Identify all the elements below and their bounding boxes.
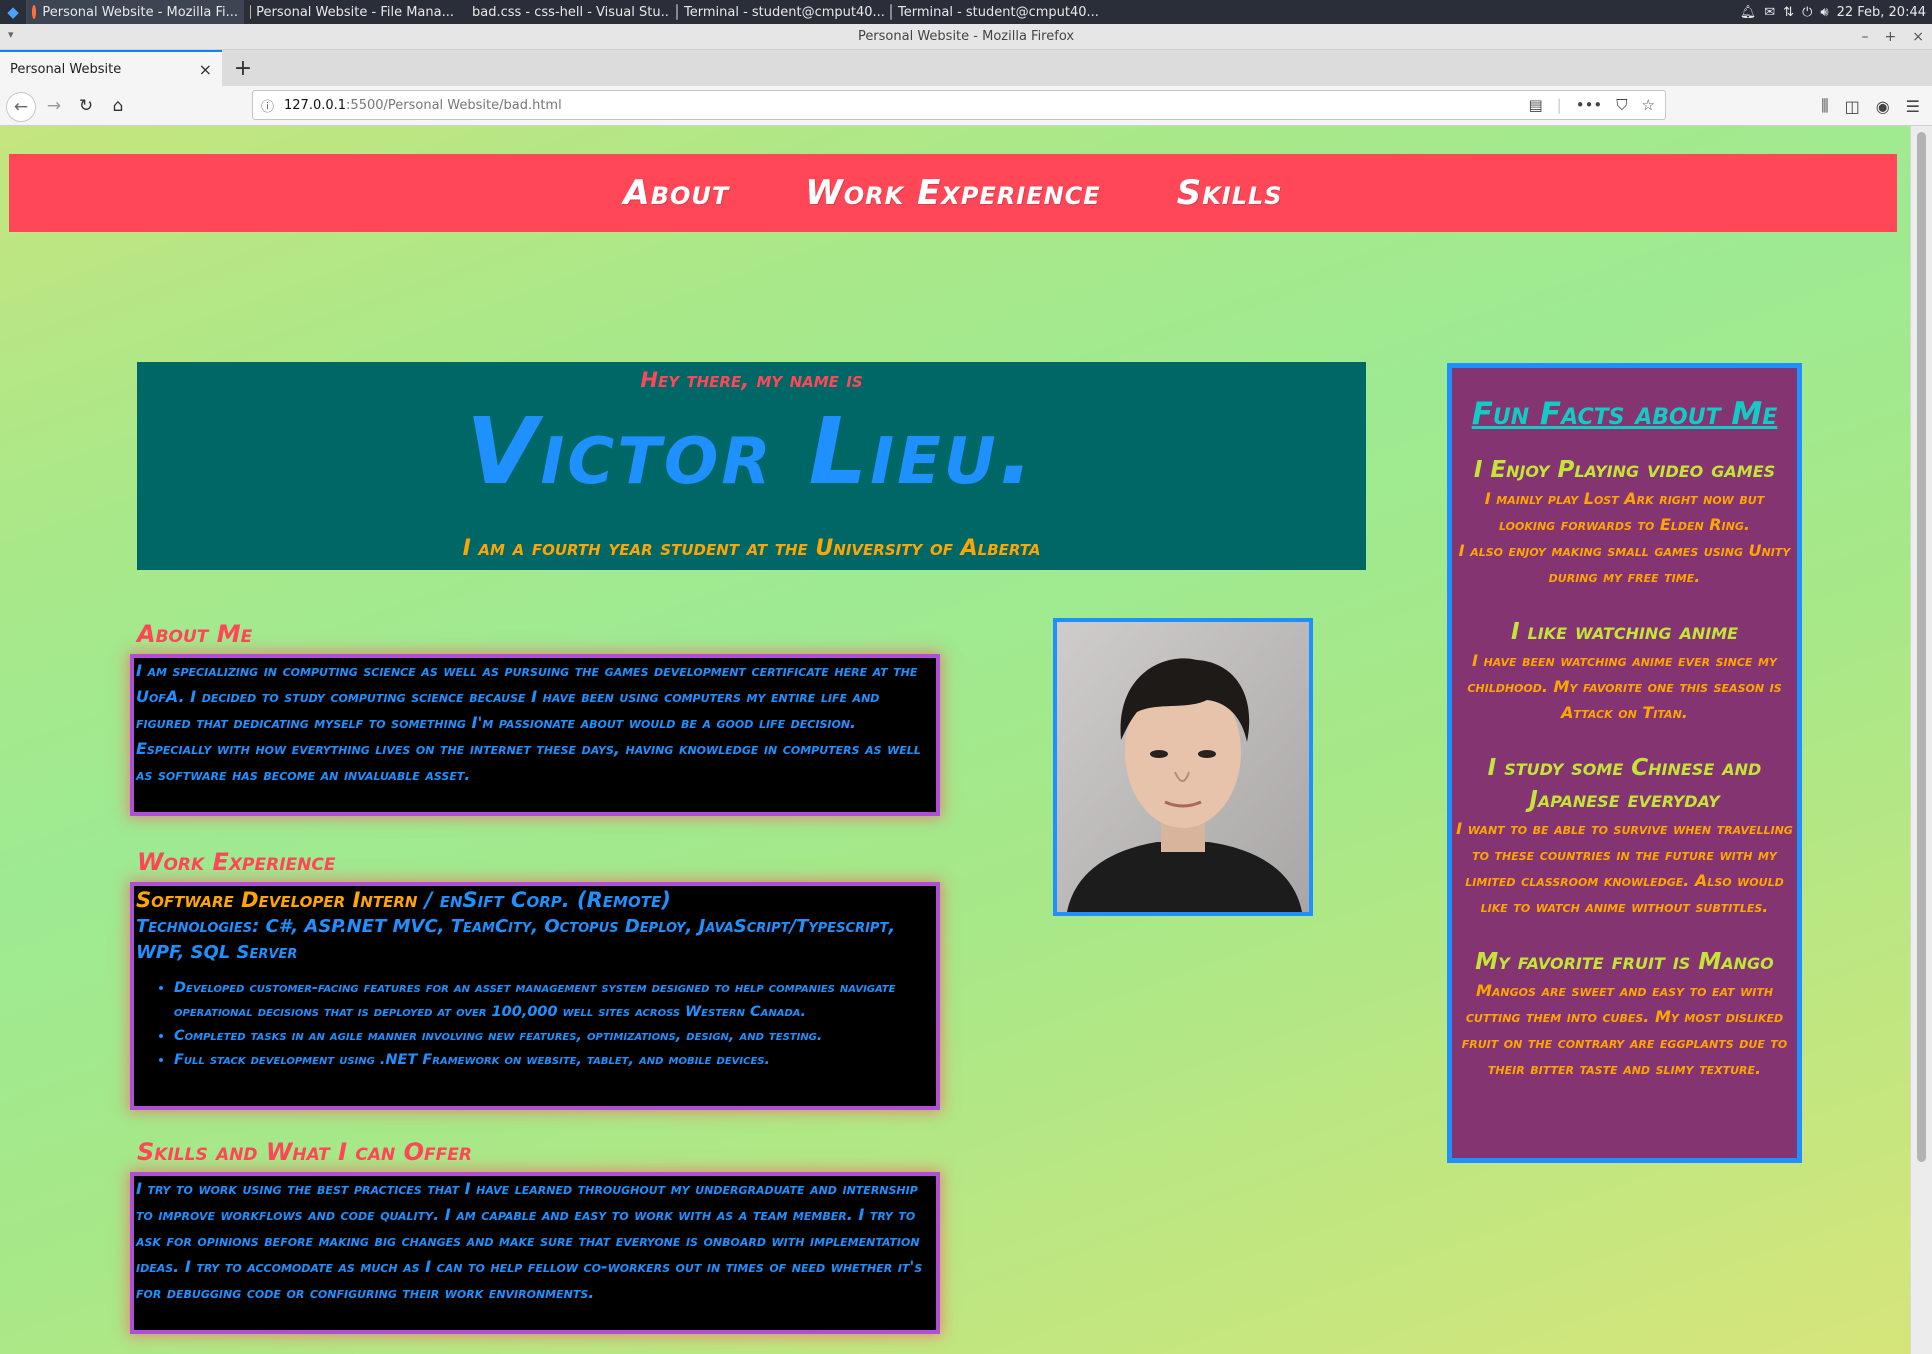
fact-text-games-2: I also enjoy making small games using Un… [1458,541,1791,586]
taskbar-item-file-manager[interactable]: Personal Website - File Mana... [244,0,460,24]
job-technologies: Technologies: C#, ASP.NET MVC, TeamCity,… [136,916,896,963]
system-tray: 🔔︎ ✉ ⇅ ⏻ 🔊︎ 22 Feb, 20:44 [1740,0,1926,24]
reader-view-icon[interactable]: ▤ [1528,96,1542,114]
close-tab-icon[interactable]: × [199,60,212,79]
job-company: / enSift Corp. (Remote) [417,888,671,912]
nav-link-work-experience[interactable]: Work Experience [805,173,1100,213]
fact-text-anime: I have been watching anime ever since my… [1467,651,1782,722]
url-bar[interactable]: ⓘ 127.0.0.1 :5500/Personal Website/bad.h… [252,90,1666,120]
network-icon[interactable]: ⇅ [1783,5,1794,20]
fact-text-languages: I want to be able to survive when travel… [1456,819,1793,916]
clock[interactable]: 22 Feb, 20:44 [1837,5,1926,20]
taskbar-item-firefox[interactable]: Personal Website - Mozilla Fi... [26,0,244,24]
hero-greeting: Hey there, my name is [640,368,863,392]
page-viewport: About Work Experience Skills Hey there, … [0,126,1910,1354]
account-icon[interactable]: ◉ [1876,97,1890,116]
terminal-icon [676,4,678,20]
library-icon[interactable]: ⫼ [1821,96,1828,116]
portrait-image [1057,622,1309,912]
tab-personal-website[interactable]: Personal Website × [0,50,222,86]
menu-hamburger-icon[interactable]: ☰ [1906,97,1920,116]
about-card: I am specializing in computing science a… [134,658,936,812]
list-item: Full stack development using .NET Framew… [174,1048,936,1072]
maximize-icon[interactable]: + [1885,29,1897,45]
window-menu-icon[interactable]: ▾ [8,28,14,41]
tab-title: Personal Website [10,61,122,77]
taskbar-item-label: Personal Website - Mozilla Fi... [42,4,238,20]
job-role: Software Developer Intern [136,888,418,912]
fact-heading-games: I Enjoy Playing video games [1473,457,1776,483]
window-titlebar: ▾ Personal Website - Mozilla Firefox – +… [0,24,1932,50]
list-item: Completed tasks in an agile manner invol… [174,1024,936,1048]
url-path: :5500/Personal Website/bad.html [346,97,562,113]
window-title: Personal Website - Mozilla Firefox [857,29,1075,44]
skills-heading: Skills and What I can Offer [137,1138,472,1166]
fact-heading-languages: I study some Chinese and Japanese everyd… [1487,755,1762,813]
bookmark-star-icon[interactable]: ☆ [1642,96,1655,114]
navigation-toolbar: ← → ↻ ⌂ ⓘ 127.0.0.1 :5500/Personal Websi… [0,86,1932,126]
scrollbar-thumb[interactable] [1917,132,1926,1162]
work-heading: Work Experience [137,848,336,876]
home-button[interactable]: ⌂ [104,92,132,120]
close-window-icon[interactable]: × [1912,29,1924,45]
nav-link-skills[interactable]: Skills [1177,173,1283,213]
page-actions-icon[interactable]: ••• [1576,96,1603,114]
terminal-icon [890,4,892,20]
taskbar-item-terminal-1[interactable]: Terminal - student@cmput40... [670,0,884,24]
taskbar-item-label: Terminal - student@cmput40... [684,4,884,20]
hero-name: Victor Lieu. [466,398,1037,505]
job-title: Software Developer Intern / enSift Corp.… [134,886,936,914]
skills-card: I try to work using the best practices t… [134,1176,936,1330]
site-nav-bar: About Work Experience Skills [9,154,1897,232]
about-text: I am specializing in computing science a… [136,661,921,784]
app-menu-icon[interactable]: ◆ [0,0,26,24]
taskbar-item-label: Personal Website - File Mana... [256,4,454,20]
job-bullets: Developed customer-facing features for a… [134,976,936,1072]
work-card: Software Developer Intern / enSift Corp.… [134,886,936,1106]
fact-text-fruit: Mangos are sweet and easy to eat with cu… [1461,981,1788,1078]
fun-facts-panel: Fun Facts about Me I Enjoy Playing video… [1447,363,1802,1163]
forward-button[interactable]: → [40,92,68,120]
list-item: Developed customer-facing features for a… [174,976,936,1024]
reload-button[interactable]: ↻ [72,92,100,120]
taskbar-item-terminal-2[interactable]: Terminal - student@cmput40... [884,0,1098,24]
skills-text: I try to work using the best practices t… [136,1179,923,1302]
fact-heading-anime: I like watching anime [1510,619,1739,645]
taskbar-item-label: Terminal - student@cmput40... [898,4,1098,20]
fact-text-games-1: I mainly play Lost Ark right now but loo… [1484,489,1765,534]
divider: | [1556,96,1562,114]
volume-icon[interactable]: 🔊︎ [1820,5,1828,20]
page-scrollbar[interactable] [1910,126,1932,1354]
taskbar-item-vscode[interactable]: bad.css - css-hell - Visual Stu... [460,0,670,24]
hero-banner: Hey there, my name is Victor Lieu. I am … [137,362,1366,570]
url-host: 127.0.0.1 [284,97,347,113]
tab-strip: Personal Website × + [0,50,1932,86]
minimize-icon[interactable]: – [1862,29,1869,45]
taskbar-item-label: bad.css - css-hell - Visual Stu... [472,4,670,20]
sidebar-icon[interactable]: ◫ [1845,97,1860,116]
power-icon[interactable]: ⏻ [1802,5,1812,20]
firefox-icon [32,5,37,19]
pocket-icon[interactable]: ⛉ [1616,96,1627,114]
fact-heading-fruit: My favorite fruit is Mango [1475,949,1774,975]
hero-subtitle: I am a fourth year student at the Univer… [462,536,1041,561]
nav-link-about[interactable]: About [623,173,729,213]
site-info-icon[interactable]: ⓘ [261,96,274,115]
fun-facts-title: Fun Facts about Me [1471,396,1778,432]
desktop-taskbar: ◆ Personal Website - Mozilla Fi... Perso… [0,0,1932,24]
new-tab-button[interactable]: + [230,54,256,82]
mail-icon[interactable]: ✉ [1764,5,1775,20]
about-heading: About Me [137,620,253,648]
profile-photo [1053,618,1313,916]
back-button[interactable]: ← [6,92,36,122]
notification-bell-icon[interactable]: 🔔︎ [1740,5,1757,20]
